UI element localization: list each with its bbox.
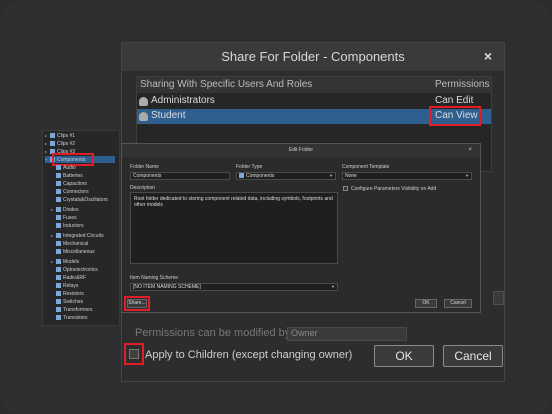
- column-header-users: Sharing With Specific Users And Roles: [140, 79, 313, 90]
- folder-icon: [56, 259, 61, 265]
- folder-type-select[interactable]: Components ▼: [236, 172, 336, 180]
- folder-icon: [56, 241, 61, 247]
- folder-tree: ▸ Clips #1 ▸ Clips #2 ▸ Clips #3 ▾ Component…: [42, 130, 120, 326]
- tree-item[interactable]: ▸ Diodes: [51, 206, 79, 213]
- apply-to-children-label: Apply to Children (except changing owner…: [145, 349, 353, 361]
- folder-icon: [56, 189, 61, 195]
- share-dialog-title: Share For Folder - Components: [122, 43, 504, 71]
- highlight-share-button: [124, 296, 150, 311]
- item-naming-select[interactable]: [NO ITEM NAMING SCHEME] ▼: [130, 283, 338, 291]
- tree-item[interactable]: Relays: [56, 283, 78, 290]
- chevron-down-icon: ▼: [465, 173, 469, 178]
- edit-folder-dialog: Edit Folder × Folder Name Components Fol…: [121, 143, 481, 313]
- folder-name-field[interactable]: Components: [130, 172, 230, 180]
- folder-type-icon: [239, 173, 244, 179]
- configure-params-label: Configure Parameters Visibility on Add: [351, 186, 437, 192]
- tree-item[interactable]: Inductors: [56, 223, 84, 230]
- description-label: Description: [130, 185, 156, 191]
- tree-item[interactable]: Transistors: [56, 315, 88, 322]
- highlight-can-view: [429, 106, 481, 126]
- permissions-owner-row: Permissions can be modified by Owner: [122, 327, 504, 347]
- folder-icon: [56, 165, 61, 171]
- folder-icon: [56, 267, 61, 273]
- tree-item[interactable]: Batteries: [56, 173, 83, 180]
- folder-icon: [50, 133, 55, 139]
- owner-field[interactable]: Owner: [287, 327, 407, 341]
- folder-icon: [56, 249, 61, 255]
- folder-icon: [56, 291, 61, 297]
- folder-icon: [56, 233, 61, 239]
- folder-icon: [56, 223, 61, 229]
- folder-icon: [56, 307, 61, 313]
- tree-item[interactable]: Transformers: [56, 307, 93, 314]
- folder-icon: [56, 181, 61, 187]
- configure-params-checkbox[interactable]: [343, 186, 348, 191]
- folder-icon: [56, 283, 61, 289]
- user-group-icon: [139, 112, 148, 121]
- cancel-button[interactable]: Cancel: [444, 299, 472, 308]
- folder-icon: [56, 215, 61, 221]
- edit-folder-title: Edit Folder: [122, 144, 480, 157]
- tree-item[interactable]: ▸ Clips #1: [45, 132, 75, 139]
- ok-button[interactable]: OK: [415, 299, 437, 308]
- description-textarea[interactable]: Root folder dedicated to storing compone…: [130, 192, 338, 264]
- folder-icon: [56, 299, 61, 305]
- permissions-table-header: Sharing With Specific Users And Roles Pe…: [137, 77, 491, 93]
- row-name: Administrators: [151, 95, 215, 106]
- tree-item[interactable]: Miscellaneous: [56, 249, 95, 256]
- column-header-permissions: Permissions: [435, 79, 490, 90]
- folder-icon: [56, 197, 61, 203]
- highlight-checkbox: [124, 343, 144, 365]
- tree-item[interactable]: Audio: [56, 165, 76, 172]
- folder-icon: [56, 173, 61, 179]
- scroll-handle[interactable]: [493, 291, 504, 305]
- row-permission[interactable]: Can Edit: [435, 95, 473, 106]
- tree-item[interactable]: Crystals&Oscillators: [56, 197, 108, 204]
- folder-icon: [56, 275, 61, 281]
- folder-name-label: Folder Name: [130, 164, 159, 170]
- cancel-button[interactable]: Cancel: [443, 345, 503, 367]
- component-template-label: Component Template: [342, 164, 390, 170]
- ok-button[interactable]: OK: [374, 345, 434, 367]
- tree-item[interactable]: Switches: [56, 299, 83, 306]
- folder-type-label: Folder Type: [236, 164, 263, 170]
- app-frame: Share For Folder - Components × Sharing …: [0, 0, 552, 414]
- tree-item[interactable]: Resistors: [56, 291, 84, 298]
- user-group-icon: [139, 97, 148, 106]
- chevron-down-icon: ▼: [331, 284, 335, 289]
- item-naming-label: Item Naming Scheme: [130, 275, 179, 281]
- tree-item[interactable]: Radio&RF: [56, 275, 86, 282]
- close-icon[interactable]: ×: [468, 146, 472, 154]
- tree-item[interactable]: ▸ Integrated Circuits: [51, 232, 104, 239]
- tree-item[interactable]: ▸ Models: [51, 258, 79, 265]
- tree-item[interactable]: Capacitors: [56, 181, 87, 188]
- tree-item[interactable]: ▸ Clips #2: [45, 140, 75, 147]
- folder-icon: [56, 207, 61, 213]
- tree-item[interactable]: Optoelectronics: [56, 267, 98, 274]
- close-icon[interactable]: ×: [484, 47, 492, 65]
- folder-icon: [56, 315, 61, 321]
- tree-item[interactable]: Fuses: [56, 215, 77, 222]
- chevron-down-icon: ▼: [329, 173, 333, 178]
- tree-item[interactable]: Mechanical: [56, 241, 88, 248]
- permissions-note: Permissions can be modified by: [135, 327, 291, 339]
- component-template-select[interactable]: None ▼: [342, 172, 472, 180]
- folder-icon: [50, 141, 55, 147]
- tree-item[interactable]: Connectors: [56, 189, 89, 196]
- row-name: Student: [151, 110, 186, 121]
